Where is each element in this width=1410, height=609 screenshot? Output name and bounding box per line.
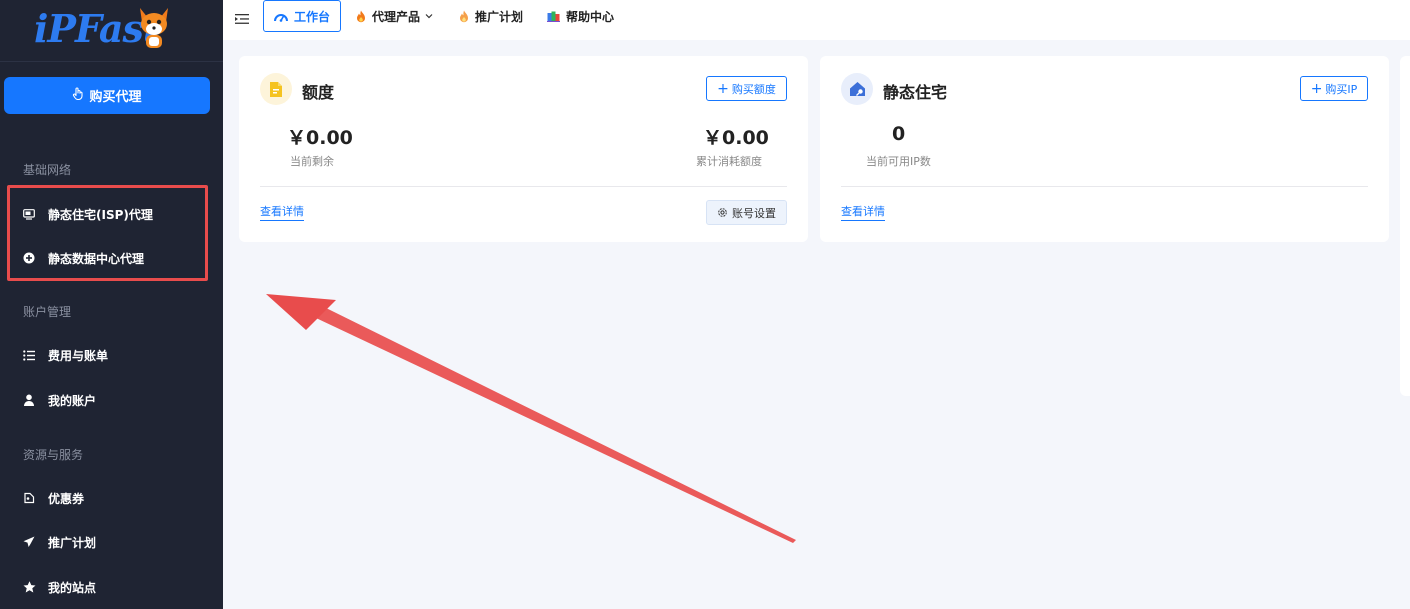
quota-details-link[interactable]: 查看详情 bbox=[260, 203, 304, 221]
fox-mascot-icon bbox=[140, 8, 168, 48]
chevron-down-icon bbox=[425, 13, 433, 19]
top-navigation: 工作台 代理产品 推广计划 帮助中心 bbox=[223, 0, 1410, 40]
ip-count-value: 0 bbox=[892, 123, 906, 145]
tab-label: 帮助中心 bbox=[566, 9, 615, 24]
quota-card: 额度 + 购买额度 ￥0.00 当前剩余 ￥0.00 累计消耗额度 查看详情 账… bbox=[239, 56, 808, 242]
section-title-resources: 资源与服务 bbox=[23, 448, 84, 462]
static-residential-title: 静态住宅 bbox=[883, 83, 948, 102]
card-divider bbox=[260, 186, 787, 187]
house-icon bbox=[841, 73, 873, 105]
sidebar-item-my-account[interactable]: 我的账户 bbox=[22, 390, 96, 410]
dashboard-icon bbox=[273, 11, 288, 22]
sidebar-item-label: 优惠券 bbox=[48, 491, 85, 506]
tab-label: 代理产品 bbox=[372, 9, 421, 24]
flame-icon bbox=[459, 10, 469, 23]
books-icon bbox=[547, 10, 560, 22]
consumed-label: 累计消耗额度 bbox=[696, 155, 762, 168]
account-settings-label: 账号设置 bbox=[732, 206, 776, 220]
section-title-basic-network: 基础网络 bbox=[23, 163, 72, 177]
sidebar-item-referral[interactable]: 推广计划 bbox=[22, 532, 96, 552]
tab-dashboard[interactable]: 工作台 bbox=[263, 0, 341, 32]
buy-quota-label: 购买额度 bbox=[731, 82, 776, 96]
buy-proxy-button[interactable]: 购买代理 bbox=[4, 77, 210, 114]
sidebar-item-label: 推广计划 bbox=[48, 535, 97, 550]
buy-quota-button[interactable]: + 购买额度 bbox=[706, 76, 787, 101]
tab-label: 工作台 bbox=[293, 9, 330, 24]
ip-count-label: 当前可用IP数 bbox=[866, 155, 931, 168]
coupon-icon bbox=[22, 491, 36, 505]
sidebar-item-coupons[interactable]: 优惠券 bbox=[22, 488, 84, 508]
partial-card-edge bbox=[1400, 56, 1410, 396]
list-icon bbox=[22, 348, 36, 362]
tab-referral-plan[interactable]: 推广计划 bbox=[459, 0, 523, 32]
annotation-highlight-box bbox=[7, 185, 208, 281]
plus-icon: + bbox=[717, 80, 729, 97]
consumed-value: ￥0.00 bbox=[703, 127, 769, 149]
buy-proxy-label: 购买代理 bbox=[89, 90, 142, 105]
paper-plane-icon bbox=[22, 535, 36, 549]
quota-icon bbox=[260, 73, 292, 105]
pointer-hand-icon bbox=[72, 87, 84, 104]
card-divider bbox=[841, 186, 1368, 187]
plus-icon: + bbox=[1310, 80, 1323, 97]
buy-ip-button[interactable]: + 购买IP bbox=[1300, 76, 1368, 101]
sidebar-item-label: 我的站点 bbox=[48, 580, 97, 595]
section-title-account: 账户管理 bbox=[23, 305, 72, 319]
sidebar-item-label: 费用与账单 bbox=[48, 348, 109, 363]
menu-collapse-icon[interactable] bbox=[235, 10, 249, 29]
sidebar-item-my-sites[interactable]: 我的站点 bbox=[22, 577, 96, 597]
sidebar-item-label: 我的账户 bbox=[48, 393, 97, 408]
gear-icon bbox=[717, 207, 728, 218]
tab-help-center[interactable]: 帮助中心 bbox=[547, 0, 614, 32]
buy-ip-label: 购买IP bbox=[1325, 82, 1358, 96]
balance-label: 当前剩余 bbox=[290, 155, 334, 168]
tab-proxy-products[interactable]: 代理产品 bbox=[356, 0, 433, 32]
account-settings-button[interactable]: 账号设置 bbox=[706, 200, 787, 225]
sidebar-item-billing[interactable]: 费用与账单 bbox=[22, 345, 108, 365]
logo[interactable]: iPFast bbox=[0, 0, 223, 62]
fire-icon bbox=[356, 10, 366, 23]
static-residential-card: 静态住宅 + 购买IP 0 当前可用IP数 查看详情 bbox=[820, 56, 1389, 242]
tab-label: 推广计划 bbox=[475, 9, 524, 24]
user-icon bbox=[22, 393, 36, 407]
quota-card-title: 额度 bbox=[302, 83, 335, 102]
balance-value: ￥0.00 bbox=[287, 127, 353, 149]
star-icon bbox=[22, 580, 36, 594]
residential-details-link[interactable]: 查看详情 bbox=[841, 203, 885, 221]
sidebar: iPFast 购买代理 基础网络 静态住宅(ISP)代理 静态数据中心代理 账户… bbox=[0, 0, 223, 609]
